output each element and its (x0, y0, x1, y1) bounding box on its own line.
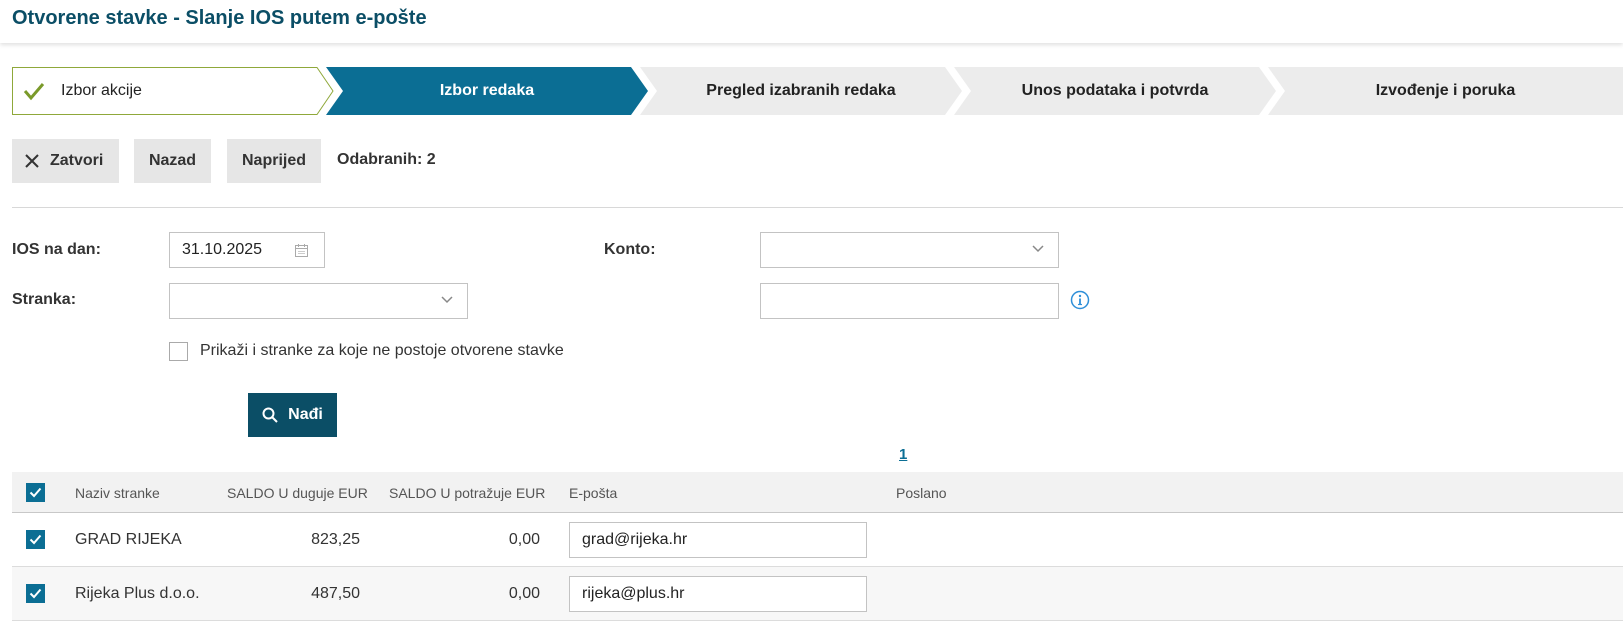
ios-date-label: IOS na dan: (12, 241, 101, 258)
divider (12, 207, 1623, 208)
calendar-icon[interactable] (295, 244, 308, 257)
ios-date-field[interactable]: 31.10.2025 (169, 232, 325, 268)
column-header-credit[interactable]: SALDO U potražuje EUR (389, 485, 545, 501)
check-icon (29, 487, 42, 498)
stranka-select[interactable] (169, 283, 468, 319)
column-header-email[interactable]: E-pošta (569, 485, 617, 501)
chevron-down-icon (1032, 245, 1044, 253)
show-all-checkbox[interactable] (169, 342, 188, 361)
select-all-checkbox[interactable] (26, 483, 45, 502)
show-all-label: Prikaži i stranke za koje ne postoje otv… (200, 342, 564, 359)
row-checkbox[interactable] (26, 584, 45, 603)
wizard-step-label: Unos podataka i potvrda (1021, 82, 1209, 99)
row-debit: 487,50 (311, 585, 360, 602)
close-icon (25, 154, 39, 168)
table-header: Naziv stranke SALDO U duguje EUR SALDO U… (12, 472, 1623, 513)
wizard-step-label: Pregled izabranih redaka (706, 82, 896, 99)
column-header-debit[interactable]: SALDO U duguje EUR (227, 485, 368, 501)
search-button-label: Nađi (288, 406, 323, 423)
row-name: Rijeka Plus d.o.o. (75, 585, 200, 602)
row-debit: 823,25 (311, 531, 360, 548)
stranka-label: Stranka: (12, 291, 77, 308)
search-icon (262, 407, 278, 423)
column-header-name[interactable]: Naziv stranke (75, 485, 160, 501)
wizard-step-label: Izbor akcije (61, 82, 142, 99)
wizard-step-action-choice[interactable]: Izbor akcije (12, 67, 334, 115)
row-credit: 0,00 (508, 531, 540, 548)
wizard-step-row-choice[interactable]: Izbor redaka (326, 67, 648, 115)
page-title: Otvorene stavke - Slanje IOS putem e-poš… (12, 7, 427, 29)
row-checkbox[interactable] (26, 530, 45, 549)
row-email-input[interactable] (569, 576, 867, 612)
konto-label: Konto: (604, 241, 656, 258)
check-icon (29, 588, 42, 599)
table-row: Rijeka Plus d.o.o. 487,50 0,00 (12, 567, 1623, 621)
extra-text-field[interactable] (760, 283, 1059, 319)
close-button[interactable]: Zatvori (12, 139, 119, 183)
pagination-page-1[interactable]: 1 (899, 446, 907, 463)
wizard-steps: Izbor akcije Izbor redaka Pregled izabra… (12, 67, 1623, 115)
konto-select[interactable] (760, 232, 1059, 268)
row-credit: 0,00 (508, 585, 540, 602)
table-row: GRAD RIJEKA 823,25 0,00 (12, 513, 1623, 567)
back-button[interactable]: Nazad (134, 139, 211, 183)
close-button-label: Zatvori (50, 152, 104, 169)
page-header: Otvorene stavke - Slanje IOS putem e-poš… (0, 0, 1623, 43)
check-icon (23, 83, 45, 101)
wizard-step-execution[interactable]: Izvođenje i poruka (1268, 67, 1623, 115)
wizard-step-label: Izvođenje i poruka (1375, 82, 1516, 99)
check-icon (29, 534, 42, 545)
wizard-step-data-entry[interactable]: Unos podataka i potvrda (954, 67, 1276, 115)
wizard-step-review[interactable]: Pregled izabranih redaka (640, 67, 962, 115)
chevron-down-icon (441, 296, 453, 304)
row-name: GRAD RIJEKA (75, 531, 182, 548)
column-header-sent[interactable]: Poslano (896, 485, 947, 501)
wizard-step-label: Izbor redaka (439, 82, 535, 99)
ios-date-value: 31.10.2025 (182, 241, 263, 258)
info-icon[interactable] (1070, 290, 1090, 310)
selected-count: Odabranih: 2 (337, 151, 436, 168)
row-email-input[interactable] (569, 522, 867, 558)
next-button[interactable]: Naprijed (227, 139, 321, 183)
search-button[interactable]: Nađi (248, 393, 337, 437)
